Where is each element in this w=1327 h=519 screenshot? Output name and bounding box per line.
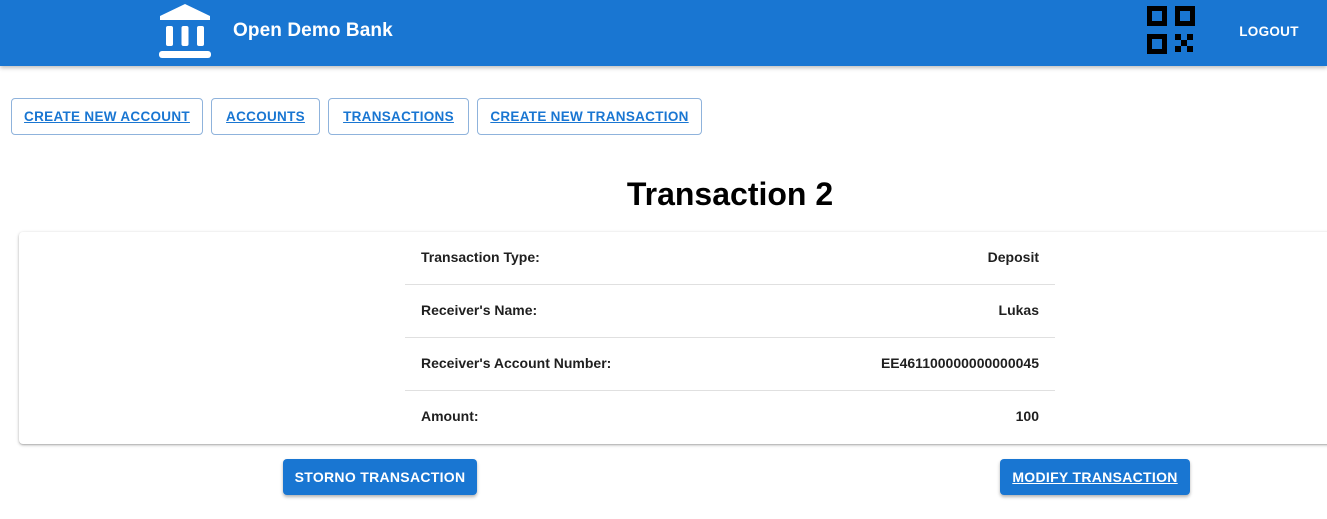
- detail-row-receiver-name: Receiver's Name: Lukas: [405, 285, 1055, 338]
- logout-button[interactable]: LOGOUT: [1226, 18, 1312, 46]
- brand-name[interactable]: Open Demo Bank: [233, 20, 393, 42]
- detail-label: Receiver's Account Number:: [421, 355, 612, 371]
- accounts-button[interactable]: ACCOUNTS: [211, 98, 320, 135]
- transactions-button[interactable]: TRANSACTIONS: [328, 98, 469, 135]
- app-bar: Open Demo Bank LOGOUT: [0, 0, 1327, 66]
- detail-row-transaction-type: Transaction Type: Deposit: [405, 232, 1055, 285]
- detail-value: EE461100000000000045: [880, 355, 1039, 371]
- bank-icon[interactable]: [158, 4, 212, 60]
- detail-row-receiver-account-number: Receiver's Account Number: EE46110000000…: [405, 338, 1055, 391]
- page-title: Transaction 2: [626, 176, 834, 212]
- detail-value: 100: [1015, 408, 1039, 424]
- detail-label: Transaction Type:: [421, 249, 540, 265]
- detail-row-amount: Amount: 100: [405, 391, 1055, 444]
- detail-label: Receiver's Name:: [421, 302, 538, 318]
- transaction-details-card: Transaction Type: Deposit Receiver's Nam…: [19, 232, 1327, 444]
- qr-code-icon[interactable]: [1146, 5, 1196, 55]
- detail-value: Lukas: [998, 302, 1039, 318]
- detail-label: Amount:: [421, 408, 479, 424]
- storno-transaction-button[interactable]: STORNO TRANSACTION: [283, 459, 477, 495]
- detail-value: Deposit: [987, 249, 1039, 265]
- create-new-account-button[interactable]: CREATE NEW ACCOUNT: [11, 98, 203, 135]
- create-new-transaction-button[interactable]: CREATE NEW TRANSACTION: [477, 98, 702, 135]
- modify-transaction-button[interactable]: MODIFY TRANSACTION: [1000, 459, 1190, 495]
